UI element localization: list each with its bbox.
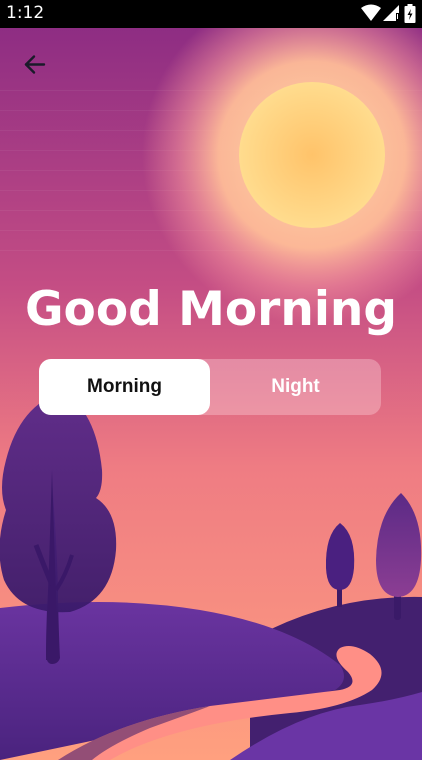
arrow-left-icon <box>24 55 46 74</box>
time-of-day-toggle: Morning Night <box>39 359 381 415</box>
phone-screen: 1:12 Good Morning Morning Night <box>0 0 422 760</box>
battery-icon <box>404 4 416 23</box>
status-bar: 1:12 <box>0 0 422 28</box>
back-button[interactable] <box>18 50 52 80</box>
toggle-option-night[interactable]: Night <box>210 359 381 415</box>
toggle-option-morning[interactable]: Morning <box>39 359 210 415</box>
greeting-title: Good Morning <box>24 282 398 337</box>
wifi-icon <box>361 4 381 21</box>
status-time: 1:12 <box>6 3 45 23</box>
signal-icon <box>383 5 399 21</box>
sun <box>239 82 385 228</box>
